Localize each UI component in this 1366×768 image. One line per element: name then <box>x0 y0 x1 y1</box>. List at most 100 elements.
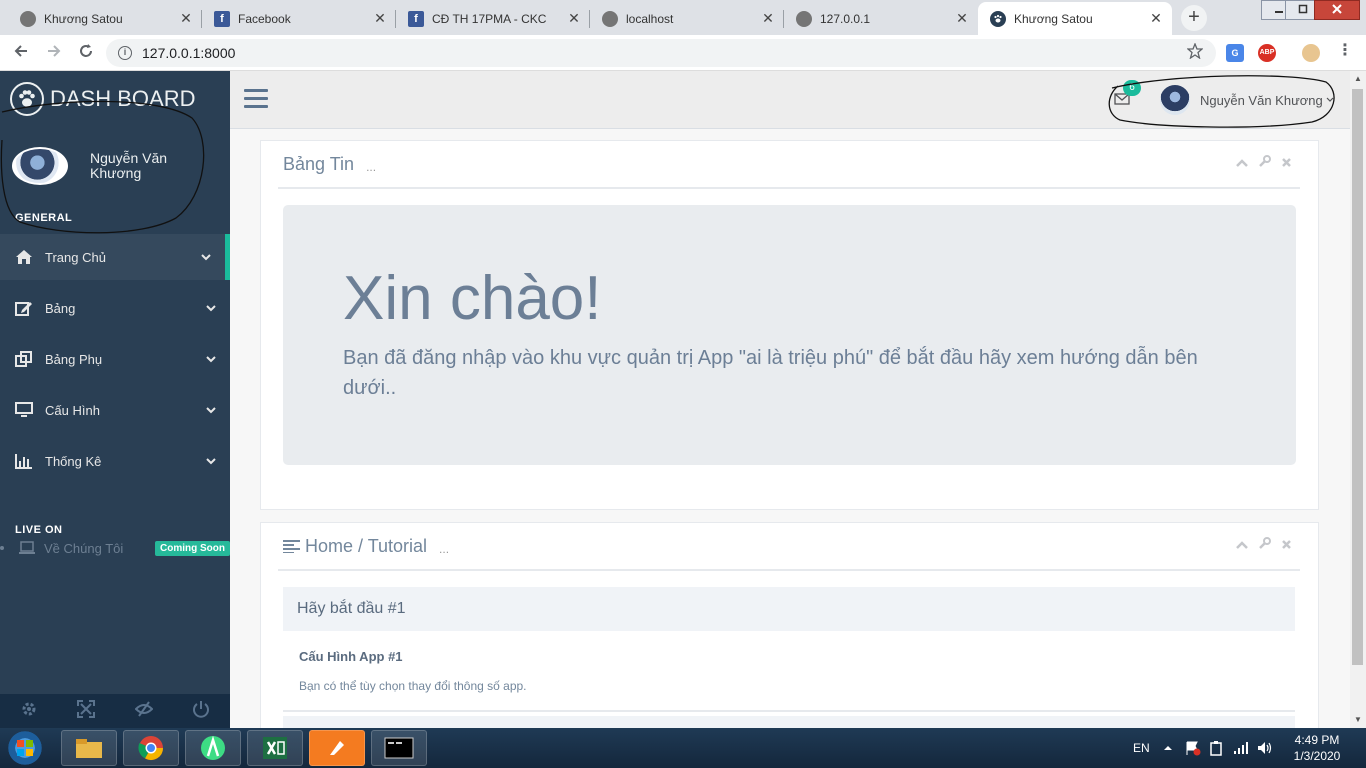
network-signal-icon[interactable] <box>1233 728 1249 768</box>
sidebar-item-label: Bảng <box>45 300 76 316</box>
sidebar-item-label: Về Chúng Tôi <box>44 540 124 556</box>
chevron-up-icon[interactable] <box>1236 155 1248 173</box>
page-scrollbar[interactable]: ▲ ▼ <box>1350 71 1366 728</box>
chevron-down-icon <box>201 250 225 264</box>
sidebar-item-label: Bảng Phụ <box>45 351 103 367</box>
tab-title: localhost <box>626 11 674 26</box>
url-input[interactable]: i 127.0.0.1:8000 <box>106 39 1216 67</box>
extension-icon[interactable] <box>1302 44 1320 62</box>
tab-title: Khương Satou <box>44 11 123 26</box>
chevron-down-icon <box>1326 97 1334 103</box>
sidebar: DASH BOARD Nguyễn Văn Khương GENERAL Tra… <box>0 71 230 728</box>
excel-icon[interactable] <box>247 730 303 766</box>
wrench-icon[interactable] <box>1258 537 1271 555</box>
top-navigation: 6 Nguyễn Văn Khương <box>230 71 1350 129</box>
bar-chart-icon <box>15 453 37 469</box>
wrench-icon[interactable] <box>1258 155 1271 173</box>
sidebar-item-ve-chung-toi[interactable]: Về Chúng Tôi Coming Soon <box>0 537 230 559</box>
close-icon[interactable]: ✕ <box>372 10 388 27</box>
back-arrow-icon[interactable] <box>9 41 33 65</box>
scroll-down-arrow-icon[interactable]: ▼ <box>1350 712 1366 728</box>
tutorial-panel: Home / Tutorial ... Hãy bắt đầu #1 Cấu H… <box>260 522 1319 728</box>
browser-tab-3[interactable]: localhost ✕ <box>590 2 784 35</box>
start-button[interactable] <box>4 730 46 766</box>
hamburger-bar <box>244 105 268 108</box>
logout-button[interactable] <box>173 694 231 728</box>
browser-tab-2[interactable]: f CĐ TH 17PMA - CKC ✕ <box>396 2 590 35</box>
clock-date: 1/3/2020 <box>1293 749 1341 763</box>
close-icon[interactable] <box>1281 537 1292 555</box>
chevron-up-icon[interactable] <box>1236 537 1248 555</box>
brand[interactable]: DASH BOARD <box>10 82 195 116</box>
action-center-flag-icon[interactable] <box>1185 728 1201 768</box>
main-content: Bảng Tin ... Xin chào! Bạn đã đăng nhập … <box>230 129 1350 728</box>
accordion-header-step-1[interactable]: Hãy bắt đầu #1 <box>283 587 1295 631</box>
bookmark-star-icon[interactable] <box>1183 41 1207 65</box>
sidebar-item-cau-hinh[interactable]: Cấu Hình <box>0 387 230 433</box>
clock-time: 4:49 PM <box>1294 733 1340 747</box>
device-icon[interactable] <box>1209 728 1223 768</box>
sidebar-item-thong-ke[interactable]: Thống Kê <box>0 438 230 484</box>
pen-tool-icon[interactable] <box>309 730 365 766</box>
fullscreen-button[interactable] <box>58 694 116 728</box>
welcome-message: Bạn đã đăng nhập vào khu vực quản trị Ap… <box>343 347 1198 399</box>
sidebar-item-trang-chu[interactable]: Trang Chủ <box>0 234 230 280</box>
brand-title: DASH BOARD <box>50 86 196 111</box>
menu-toggle-icon[interactable] <box>244 89 268 113</box>
file-explorer-icon[interactable] <box>61 730 117 766</box>
user-profile-dropdown[interactable]: Nguyễn Văn Khương <box>1160 85 1334 115</box>
sidebar-item-label: Cấu Hình <box>45 402 100 418</box>
hamburger-bar <box>244 89 268 92</box>
close-icon[interactable]: ✕ <box>566 10 582 27</box>
adblock-icon[interactable]: ABP <box>1258 44 1276 62</box>
browser-address-bar: i 127.0.0.1:8000 G ABP ⋮ <box>0 35 1366 71</box>
terminal-icon[interactable] <box>371 730 427 766</box>
scroll-up-arrow-icon[interactable]: ▲ <box>1350 71 1366 87</box>
sidebar-footer <box>0 694 230 728</box>
close-icon[interactable]: ✕ <box>760 10 776 27</box>
accordion-header-step-2[interactable] <box>283 716 1295 728</box>
android-studio-icon[interactable] <box>185 730 241 766</box>
tab-title: Khương Satou <box>1014 11 1093 26</box>
info-icon[interactable]: i <box>118 46 132 60</box>
close-icon[interactable]: ✕ <box>1148 10 1164 27</box>
fullscreen-icon <box>77 699 96 723</box>
browser-menu-icon[interactable]: ⋮ <box>1336 43 1354 62</box>
window-close-button[interactable] <box>1314 0 1360 20</box>
hamburger-bar <box>244 97 268 100</box>
show-hidden-icons-icon[interactable] <box>1163 728 1173 768</box>
mail-count-badge: 6 <box>1123 80 1141 96</box>
sidebar-item-bang-phu[interactable]: Bảng Phụ <box>0 336 230 382</box>
clone-icon <box>15 351 37 367</box>
chevron-down-icon <box>206 352 230 366</box>
avatar <box>1160 85 1190 115</box>
scroll-thumb[interactable] <box>1352 89 1363 665</box>
language-indicator[interactable]: EN <box>1133 728 1150 768</box>
new-tab-button[interactable]: + <box>1181 5 1207 31</box>
browser-tab-5[interactable]: Khương Satou ✕ <box>978 2 1172 35</box>
system-clock[interactable]: 4:49 PM 1/3/2020 <box>1282 732 1352 764</box>
reload-icon[interactable] <box>74 41 98 65</box>
lock-screen-button[interactable] <box>115 694 173 728</box>
sidebar-item-bang[interactable]: Bảng <box>0 285 230 331</box>
browser-tab-1[interactable]: f Facebook ✕ <box>202 2 396 35</box>
settings-button[interactable] <box>0 694 58 728</box>
divider <box>283 710 1295 712</box>
chrome-icon[interactable] <box>123 730 179 766</box>
forward-arrow-icon[interactable] <box>42 41 66 65</box>
browser-tab-bar: Khương Satou ✕ f Facebook ✕ f CĐ TH 17PM… <box>0 0 1366 35</box>
close-icon[interactable]: ✕ <box>178 10 194 27</box>
home-icon <box>15 249 37 265</box>
browser-tab-0[interactable]: Khương Satou ✕ <box>8 2 202 35</box>
google-translate-icon[interactable]: G <box>1226 44 1244 62</box>
browser-tab-4[interactable]: 127.0.0.1 ✕ <box>784 2 978 35</box>
volume-icon[interactable] <box>1257 728 1273 768</box>
facebook-icon: f <box>214 10 230 27</box>
coming-soon-badge: Coming Soon <box>155 540 230 556</box>
power-icon <box>192 700 210 723</box>
step-text: Bạn có thể tùy chọn thay đổi thông số ap… <box>299 679 527 693</box>
close-icon[interactable]: ✕ <box>954 10 970 27</box>
section-title-live-on: LIVE ON <box>15 524 63 536</box>
close-icon[interactable] <box>1281 155 1292 173</box>
align-left-icon <box>283 539 300 553</box>
